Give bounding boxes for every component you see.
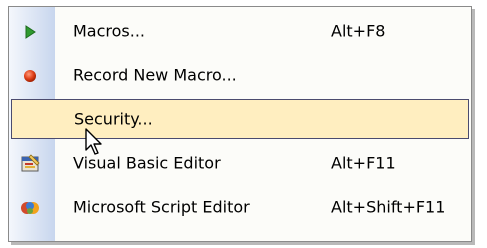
menu-item-record-new-macro[interactable]: Record New Macro... (9, 55, 471, 95)
menu-item-label: Microsoft Script Editor (73, 197, 250, 217)
menu-item-visual-basic-editor[interactable]: Visual Basic Editor Alt+F11 (9, 143, 471, 183)
menu-item-microsoft-script-editor[interactable]: Microsoft Script Editor Alt+Shift+F11 (9, 187, 471, 227)
menu-item-security[interactable]: Security... (11, 99, 469, 139)
menu-item-label: Macros... (73, 21, 146, 41)
script-editor-icon (21, 202, 39, 214)
menu-item-macros[interactable]: Macros... Alt+F8 (9, 11, 471, 51)
play-triangle-icon (25, 25, 36, 39)
record-dot-icon (24, 70, 36, 82)
macro-submenu: Macros... Alt+F8 Record New Macro... Sec… (8, 6, 472, 242)
menu-item-shortcut: Alt+F11 (331, 153, 396, 173)
menu-item-label: Visual Basic Editor (73, 153, 221, 173)
vb-editor-icon (21, 154, 40, 172)
mouse-pointer-icon (85, 128, 102, 155)
menu-item-label: Security... (74, 109, 153, 129)
menu-item-label: Record New Macro... (73, 65, 237, 85)
menu-item-shortcut: Alt+F8 (331, 21, 386, 41)
menu-item-shortcut: Alt+Shift+F11 (331, 197, 446, 217)
